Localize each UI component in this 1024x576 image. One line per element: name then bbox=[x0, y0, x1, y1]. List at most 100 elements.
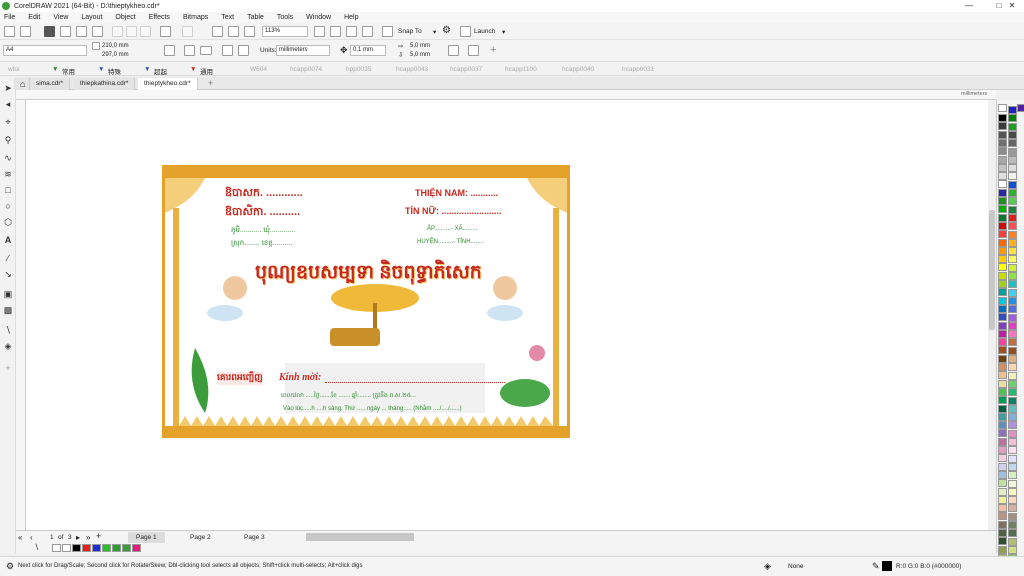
zoom-level-input[interactable]: 113% bbox=[262, 26, 308, 37]
zoom-tool-icon[interactable]: ⚲ bbox=[3, 135, 13, 145]
minimize-button[interactable]: — bbox=[954, 0, 984, 12]
palette-swatch[interactable] bbox=[998, 512, 1007, 521]
menu-layout[interactable]: Layout bbox=[81, 14, 102, 21]
palette-swatch[interactable] bbox=[1008, 346, 1017, 355]
palette-swatch[interactable] bbox=[1008, 296, 1017, 305]
custom-item-2[interactable]: 特殊 bbox=[108, 66, 121, 76]
menu-tools[interactable]: Tools bbox=[277, 14, 293, 21]
doc-swatch[interactable] bbox=[92, 544, 101, 552]
palette-swatch[interactable] bbox=[998, 180, 1007, 189]
shape-tool-icon[interactable]: ◂ bbox=[3, 99, 13, 109]
palette-swatch[interactable] bbox=[1008, 139, 1017, 148]
undo-icon[interactable] bbox=[160, 26, 171, 37]
nudge-distance-input[interactable]: 0,1 mm bbox=[350, 45, 386, 56]
palette-swatch[interactable] bbox=[998, 246, 1007, 255]
palette-swatch[interactable] bbox=[1008, 355, 1017, 363]
doc-swatch[interactable] bbox=[72, 544, 81, 552]
add-page-icon[interactable]: + bbox=[96, 531, 101, 541]
palette-swatch[interactable] bbox=[998, 213, 1007, 222]
palette-swatch[interactable] bbox=[1008, 130, 1017, 139]
palette-swatch[interactable] bbox=[998, 338, 1007, 347]
palette-swatch[interactable] bbox=[1008, 487, 1017, 496]
custom-item-5[interactable]: W604 bbox=[250, 66, 267, 73]
palette-swatch[interactable] bbox=[1008, 155, 1017, 164]
palette-swatch[interactable] bbox=[998, 304, 1007, 313]
custom-item-11[interactable]: hcapp0040 bbox=[562, 66, 594, 73]
palette-swatch[interactable] bbox=[1008, 529, 1017, 538]
palette-swatch[interactable] bbox=[998, 387, 1007, 396]
palette-swatch[interactable] bbox=[1008, 512, 1017, 521]
doc-swatch[interactable] bbox=[62, 544, 71, 552]
palette-swatch[interactable] bbox=[1008, 205, 1017, 214]
palette-swatch[interactable] bbox=[998, 321, 1007, 330]
palette-swatch[interactable] bbox=[1008, 413, 1017, 422]
pick-tool-icon[interactable]: ➤ bbox=[3, 83, 13, 93]
custom-item-6[interactable]: hcapp0074 bbox=[290, 66, 322, 73]
menu-bitmaps[interactable]: Bitmaps bbox=[183, 14, 208, 21]
palette-swatch[interactable] bbox=[1008, 446, 1017, 455]
units-select[interactable]: millimeters bbox=[276, 45, 330, 56]
doc-swatch[interactable] bbox=[102, 544, 111, 552]
tab-sima[interactable]: sima.cdr* bbox=[30, 78, 71, 90]
palette-swatch[interactable] bbox=[1008, 438, 1017, 446]
palette-swatch[interactable] bbox=[998, 504, 1007, 513]
drop-shadow-icon[interactable]: ▣ bbox=[3, 289, 13, 299]
custom-item-9[interactable]: hcapp0037 bbox=[450, 66, 482, 73]
copy-icon[interactable] bbox=[126, 26, 137, 37]
palette-swatch[interactable] bbox=[998, 238, 1007, 247]
eyedropper-icon[interactable]: ∖ bbox=[3, 325, 13, 335]
snap-to-dropdown[interactable]: Snap To bbox=[398, 28, 422, 35]
page-height-input[interactable]: 297,0 mm bbox=[92, 51, 142, 60]
palette-swatch[interactable] bbox=[998, 495, 1007, 504]
transparency-tool-icon[interactable]: ▩ bbox=[3, 305, 13, 315]
palette-swatch[interactable] bbox=[1008, 363, 1017, 372]
interactive-fill-icon[interactable]: ◈ bbox=[3, 341, 13, 351]
connector-tool-icon[interactable]: ↘ bbox=[3, 269, 13, 279]
palette-swatch[interactable] bbox=[1008, 114, 1017, 123]
palette-swatch[interactable] bbox=[1008, 479, 1017, 488]
palette-swatch[interactable] bbox=[1008, 222, 1017, 231]
cut-icon[interactable] bbox=[112, 26, 123, 37]
rectangle-tool-icon[interactable]: □ bbox=[3, 185, 13, 195]
menu-help[interactable]: Help bbox=[344, 14, 358, 21]
tab-thiepkathina[interactable]: thiepkathina.cdr* bbox=[74, 78, 136, 90]
redo-icon[interactable] bbox=[182, 26, 193, 37]
palette-swatch[interactable] bbox=[998, 122, 1007, 131]
save-icon[interactable] bbox=[44, 26, 55, 37]
tab-thieptykheo[interactable]: thieptykheo.cdr* bbox=[138, 78, 198, 90]
publish-icon[interactable] bbox=[76, 26, 87, 37]
snap-icon[interactable] bbox=[382, 26, 393, 37]
doc-swatch[interactable] bbox=[132, 544, 141, 552]
palette-swatch[interactable] bbox=[1008, 504, 1017, 513]
palette-swatch[interactable] bbox=[1008, 496, 1017, 505]
portrait-page-icon[interactable] bbox=[184, 45, 195, 56]
duplicate-y-input[interactable]: 5,0 mm bbox=[408, 51, 444, 60]
artistic-media-icon[interactable]: ≋ bbox=[3, 169, 13, 179]
menu-file[interactable]: File bbox=[4, 14, 15, 21]
palette-swatch[interactable] bbox=[1008, 338, 1017, 347]
treat-as-filled-icon[interactable] bbox=[448, 45, 459, 56]
palette-swatch[interactable] bbox=[998, 197, 1007, 205]
palette-swatch[interactable] bbox=[1008, 379, 1017, 388]
print-icon[interactable] bbox=[60, 26, 71, 37]
doc-swatch[interactable] bbox=[122, 544, 131, 552]
palette-swatch[interactable] bbox=[998, 529, 1007, 537]
palette-swatch[interactable] bbox=[1008, 429, 1017, 438]
text-tool-icon[interactable]: A bbox=[3, 235, 13, 245]
export-icon[interactable] bbox=[228, 26, 239, 37]
custom-item-4[interactable]: 通用 bbox=[200, 66, 213, 76]
freehand-tool-icon[interactable]: ∿ bbox=[3, 153, 13, 163]
polygon-tool-icon[interactable]: ⬡ bbox=[3, 217, 13, 227]
palette-swatch[interactable] bbox=[1008, 521, 1017, 529]
menu-edit[interactable]: Edit bbox=[28, 14, 40, 21]
palette-swatch[interactable] bbox=[1008, 180, 1017, 189]
palette-swatch[interactable] bbox=[998, 288, 1007, 297]
palette-swatch[interactable] bbox=[1008, 462, 1017, 471]
palette-swatch[interactable] bbox=[998, 188, 1007, 197]
palette-swatch[interactable] bbox=[1008, 197, 1017, 206]
palette-swatch[interactable] bbox=[1008, 305, 1017, 314]
parallel-dimension-icon[interactable]: ∕ bbox=[3, 253, 13, 263]
palette-swatch[interactable] bbox=[1008, 272, 1017, 280]
import-icon[interactable] bbox=[212, 26, 223, 37]
palette-swatch[interactable] bbox=[1008, 263, 1017, 272]
